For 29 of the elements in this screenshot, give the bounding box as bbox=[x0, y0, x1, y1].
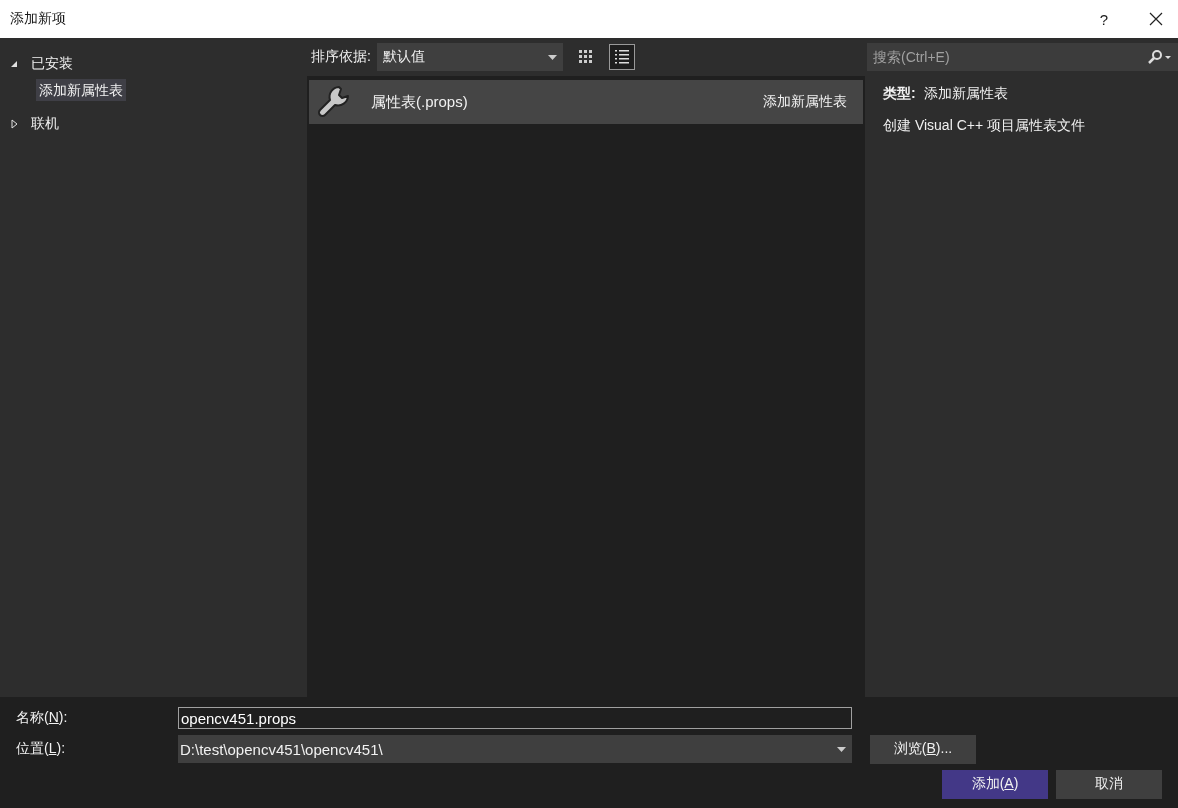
location-label: 位置(L): bbox=[16, 740, 67, 758]
name-label: 名称(N): bbox=[16, 709, 69, 727]
tree-item[interactable]: 已安装 bbox=[28, 52, 76, 76]
help-button[interactable]: ? bbox=[1074, 10, 1134, 28]
description-text: 创建 Visual C++ 项目属性表文件 bbox=[883, 117, 1086, 135]
location-dropdown[interactable]: D:\test\opencv451\opencv451\ bbox=[178, 735, 852, 763]
tree-item[interactable]: 联机 bbox=[28, 112, 62, 136]
name-field[interactable]: opencv451.props bbox=[178, 707, 852, 729]
template-item[interactable]: 属性表(.props) 添加新属性表 bbox=[309, 80, 863, 124]
dropdown-caret-icon bbox=[547, 54, 557, 60]
search-field[interactable]: 搜索(Ctrl+E) bbox=[867, 43, 1178, 71]
search-icon[interactable] bbox=[1148, 50, 1172, 64]
type-label: 类型: bbox=[883, 85, 916, 103]
window-title: 添加新项 bbox=[10, 10, 67, 28]
list-view-icon bbox=[613, 50, 630, 64]
type-value: 添加新属性表 bbox=[923, 85, 1008, 103]
sort-label: 排序依据: bbox=[311, 48, 371, 66]
close-icon[interactable] bbox=[1149, 12, 1163, 26]
sort-dropdown[interactable]: 默认值 bbox=[376, 43, 563, 71]
tree-item[interactable]: 添加新属性表 bbox=[36, 79, 126, 101]
view-toggle-button[interactable] bbox=[608, 44, 635, 70]
grid-view-icon bbox=[577, 49, 594, 65]
add-button[interactable]: 添加(A) bbox=[942, 769, 1048, 799]
collapsed-triangle-icon[interactable] bbox=[10, 119, 18, 129]
expanded-triangle-icon[interactable] bbox=[10, 60, 18, 68]
browse-button[interactable]: 浏览(B)... bbox=[870, 734, 976, 764]
cancel-button[interactable]: 取消 bbox=[1056, 769, 1162, 799]
dropdown-caret-icon bbox=[837, 746, 846, 752]
wrench-icon bbox=[317, 85, 351, 119]
